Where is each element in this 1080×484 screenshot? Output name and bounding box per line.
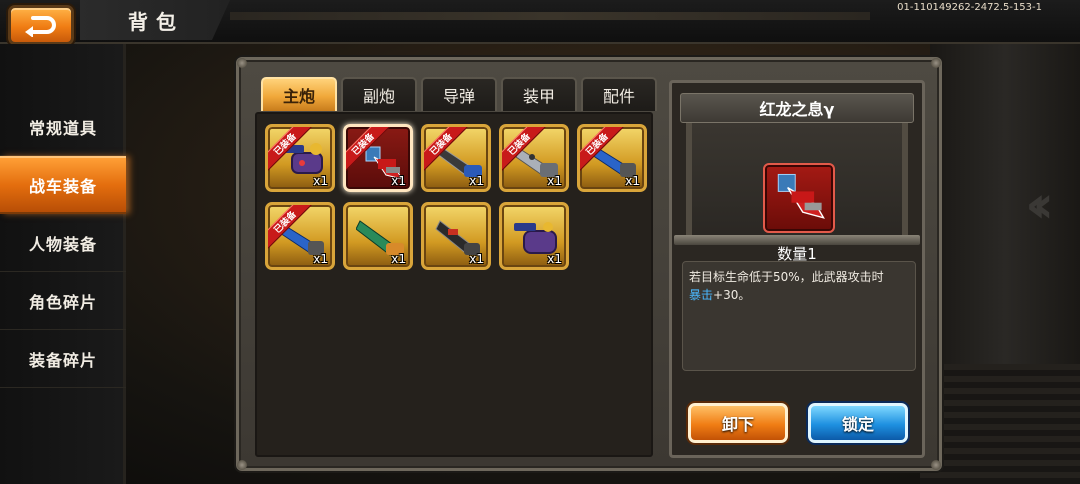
item-slot[interactable]: 已装备 x1 [577,124,647,192]
item-slot-selected[interactable]: 已装备 x1 [343,124,413,192]
item-slot[interactable]: 已装备 x1 [499,124,569,192]
item-slot[interactable]: x1 [499,202,569,270]
back-button[interactable] [8,5,74,45]
sidebar-item-label: 角色碎片 [28,292,97,312]
sidebar-item-label: 常规道具 [28,118,97,138]
item-slot[interactable]: x1 [343,202,413,270]
tab-secondary-cannon[interactable]: 副炮 [341,77,417,111]
sidebar-item-label: 战车装备 [28,177,97,196]
back-arrow-icon [25,16,56,37]
sidebar-item-character-equipment[interactable]: 人物装备 [0,214,126,272]
category-tabs: 主炮 副炮 导弹 装甲 配件 [261,77,657,111]
lock-button[interactable]: 锁定 [808,403,908,443]
item-slot[interactable]: x1 [421,202,491,270]
red-dragon-cannon-icon [763,163,835,233]
sidebar: 常规道具 战车装备 人物装备 角色碎片 装备碎片 [0,44,126,484]
tab-missile[interactable]: 导弹 [421,77,497,111]
panel-rivet [237,58,247,68]
item-grid: 已装备 x1 已装备 x1 已装备 x1 已装备 x1 已装备 x1 已装备 x… [255,112,653,457]
tab-main-cannon[interactable]: 主炮 [261,77,337,111]
item-slot[interactable]: 已装备 x1 [265,202,335,270]
sidebar-item-label: 人物装备 [28,234,97,254]
item-quantity: x1 [391,174,406,188]
panel-rivet [931,460,941,470]
panel-rivet [931,58,941,68]
item-name: 红龙之息γ [759,100,835,119]
top-bar-strip [230,12,870,20]
unequip-button[interactable]: 卸下 [688,403,788,443]
build-id: 01-110149262-2472.5-153-1 [897,2,1042,13]
sidebar-item-equipment-fragments[interactable]: 装备碎片 [0,330,126,388]
description-suffix: +30。 [713,288,751,302]
tab-accessory[interactable]: 配件 [581,77,657,111]
item-quantity: x1 [391,252,406,266]
tab-armor[interactable]: 装甲 [501,77,577,111]
description-highlight: 暴击 [689,288,714,302]
item-quantity: x1 [547,174,562,188]
page-title: 背包 [128,10,184,34]
top-bar: 背包 01-110149262-2472.5-153-1 [0,0,1080,45]
sidebar-item-general-items[interactable]: 常规道具 [0,98,126,156]
background-floor [920,364,1080,484]
description-text: 若目标生命低于50%，此武器攻击时 [689,270,884,284]
sidebar-item-vehicle-equipment[interactable]: 战车装备 [0,156,126,214]
inventory-panel: 主炮 副炮 导弹 装甲 配件 已装备 x1 已装备 x1 已装备 x1 已装备 … [236,57,942,471]
item-quantity: x1 [469,174,484,188]
item-slot[interactable]: 已装备 x1 [265,124,335,192]
item-quantity: x1 [469,252,484,266]
item-quantity: x1 [313,252,328,266]
item-description: 若目标生命低于50%，此武器攻击时 暴击+30。 [682,261,916,371]
item-quantity: x1 [547,252,562,266]
item-slot[interactable]: 已装备 x1 [421,124,491,192]
sidebar-item-label: 装备碎片 [28,350,97,370]
item-name-bar: 红龙之息γ [680,93,914,123]
item-quantity: x1 [625,174,640,188]
background-arrow-decoration: ‹‹ [1025,175,1054,235]
item-quantity: x1 [313,174,328,188]
sidebar-item-role-fragments[interactable]: 角色碎片 [0,272,126,330]
panel-rivet [237,460,247,470]
item-detail-panel: 红龙之息γ 数量1 若目标生命低于50%，此武器攻击时 暴击+30。 卸下 锁定 [669,80,925,458]
